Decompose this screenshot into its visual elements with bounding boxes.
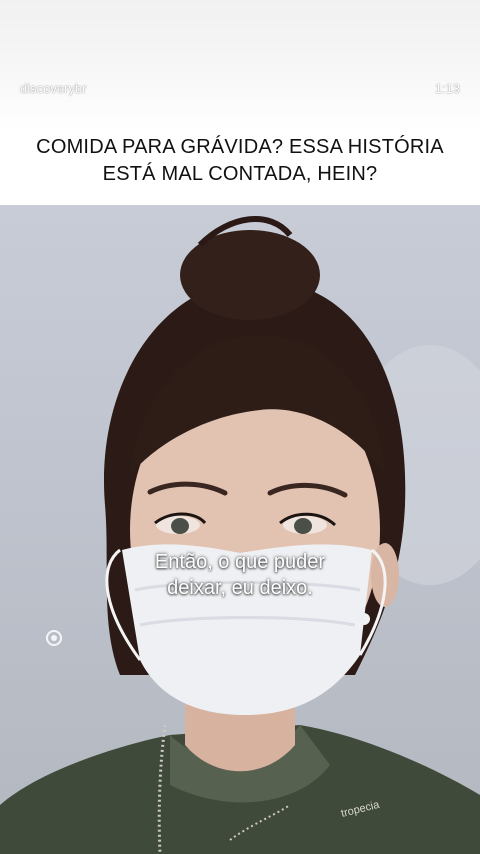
title-line-2: ESTÁ MAL CONTADA, HEIN? bbox=[102, 163, 378, 185]
video-subtitle: Então, o que puder deixar, eu deixo. bbox=[0, 549, 480, 601]
story-timestamp: 1:13 bbox=[434, 80, 460, 96]
title-line-1: COMIDA PARA GRÁVIDA? ESSA HISTÓRIA bbox=[36, 136, 444, 158]
subtitle-line-1: Então, o que puder bbox=[154, 551, 326, 573]
discovery-logo-icon bbox=[46, 630, 62, 646]
story-title: COMIDA PARA GRÁVIDA? ESSA HISTÓRIA ESTÁ … bbox=[10, 134, 470, 188]
story-header: discoverybr 1:13 COMIDA PARA GRÁVIDA? ES… bbox=[0, 0, 480, 205]
account-name[interactable]: discoverybr bbox=[20, 81, 86, 96]
video-player[interactable]: tropecia Então, o que puder deixar, eu d… bbox=[0, 205, 480, 854]
subtitle-line-2: deixar, eu deixo. bbox=[167, 577, 313, 599]
video-frame-illustration: tropecia bbox=[0, 216, 480, 854]
story-meta-row: discoverybr 1:13 bbox=[20, 78, 460, 98]
